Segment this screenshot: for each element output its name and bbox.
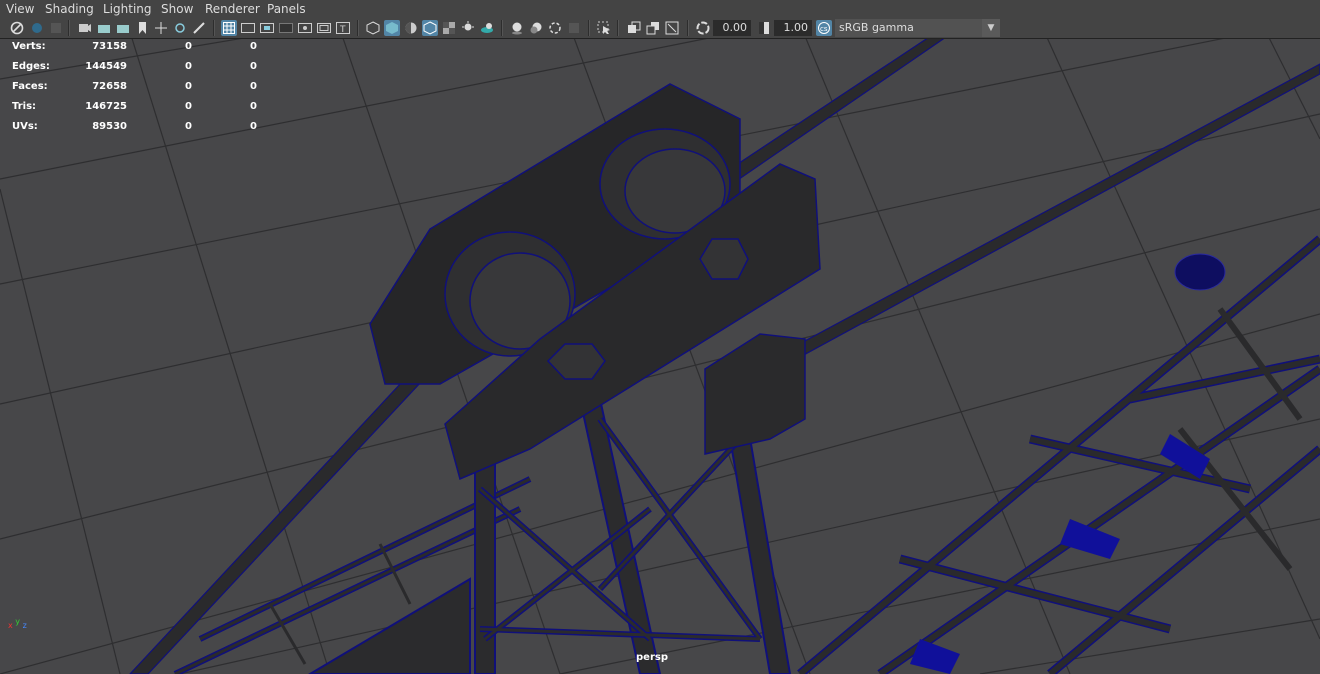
hud-label: Faces: [12,81,48,92]
axis-x-label: x [8,621,13,630]
hud-total: 73158 [92,41,127,52]
menu-renderer[interactable]: Renderer [205,2,260,16]
wireframe-icon[interactable] [365,20,381,36]
3d-viewport[interactable]: Verts: 73158 0 0 Edges: 144549 0 0 Faces: 72658 0 0… [0,39,1320,674]
image-plane-icon[interactable] [77,20,93,36]
safe-action-icon[interactable] [316,20,332,36]
hud-label: Verts: [12,41,46,52]
xray-joints-icon[interactable] [645,20,661,36]
hud-total: 146725 [85,101,127,112]
camera-attr-icon[interactable] [96,20,112,36]
smooth-shade-icon[interactable] [384,20,400,36]
move-camera-icon[interactable] [153,20,169,36]
hud-selected: 0 [185,81,192,92]
menu-lighting[interactable]: Lighting [103,2,152,16]
gamma-icon[interactable] [756,20,772,36]
hud-row: Edges: 144549 0 0 [12,59,272,79]
field-chart-icon[interactable] [297,20,313,36]
xray-icon[interactable] [626,20,642,36]
xray-components-icon[interactable] [664,20,680,36]
hud-other: 0 [250,121,257,132]
use-all-lights-icon[interactable] [441,20,457,36]
color-space-value: sRGB gamma [839,21,914,34]
pan-zoom-icon[interactable] [172,20,188,36]
film-gate-icon[interactable] [48,20,64,36]
lock-camera-icon[interactable] [29,20,45,36]
axis-gizmo-icon: x y z [8,617,27,630]
hud-other: 0 [250,81,257,92]
bookmark-flag-icon[interactable] [134,20,150,36]
gate-mask-icon[interactable] [278,20,294,36]
screen-space-ao-icon[interactable] [479,20,495,36]
wireframe-on-shaded-icon[interactable] [403,20,419,36]
isolate-select-icon[interactable] [596,20,612,36]
panel-toolbar: T 0.00 1.00 cs sRGB gamma ▼ [0,18,1320,39]
menu-panels[interactable]: Panels [267,2,306,16]
hud-total: 72658 [92,81,127,92]
hud-label: Edges: [12,61,50,72]
view-transform-icon[interactable]: cs [816,20,832,36]
hud-row: UVs: 89530 0 0 [12,119,272,139]
grease-pencil-icon[interactable] [191,20,207,36]
svg-text:T: T [339,25,346,34]
menu-view[interactable]: View [6,2,34,16]
bookmark-icon[interactable] [115,20,131,36]
multisample-aa-icon[interactable] [528,20,544,36]
menu-show[interactable]: Show [161,2,193,16]
chevron-down-icon[interactable]: ▼ [982,19,1000,37]
depth-of-field-icon[interactable] [547,20,563,36]
hud-total: 89530 [92,121,127,132]
resolution-gate-icon[interactable] [259,20,275,36]
hud-row: Faces: 72658 0 0 [12,79,272,99]
hud-other: 0 [250,41,257,52]
hud-other: 0 [250,61,257,72]
exposure-field[interactable]: 0.00 [713,20,751,36]
shadows-icon[interactable] [460,20,476,36]
hud-selected: 0 [185,41,192,52]
gamma-field[interactable]: 1.00 [774,20,812,36]
camera-select-icon[interactable] [9,20,25,36]
svg-text:cs: cs [820,25,828,33]
camera-label: persp [636,652,668,663]
exposure-icon[interactable] [695,20,711,36]
hud-selected: 0 [185,101,192,112]
film-gate-display-icon[interactable] [566,20,582,36]
film-gate-toggle-icon[interactable] [240,20,256,36]
hud-total: 144549 [85,61,127,72]
hud-label: Tris: [12,101,37,112]
hud-other: 0 [250,101,257,112]
color-space-dropdown[interactable]: sRGB gamma ▼ [835,19,1000,37]
hud-row: Verts: 73158 0 0 [12,39,272,59]
textured-icon[interactable] [422,20,438,36]
hud-label: UVs: [12,121,38,132]
axis-z-label: z [22,621,27,630]
hud-selected: 0 [185,121,192,132]
safe-title-icon[interactable]: T [335,20,351,36]
axis-y-label: y [15,617,21,626]
hud-row: Tris: 146725 0 0 [12,99,272,119]
motion-blur-icon[interactable] [509,20,525,36]
menu-shading[interactable]: Shading [45,2,94,16]
hud-selected: 0 [185,61,192,72]
menu-bar: View Shading Lighting Show Renderer Pane… [0,0,1320,18]
grid-icon[interactable] [221,20,237,36]
